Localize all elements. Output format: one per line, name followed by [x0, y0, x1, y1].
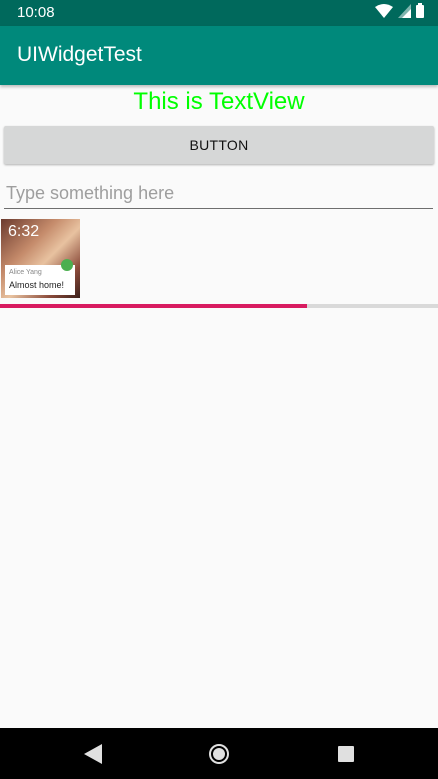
battery-icon	[416, 3, 424, 23]
app-bar: UIWidgetTest	[0, 26, 438, 85]
progress-bar	[0, 304, 438, 308]
back-icon[interactable]	[84, 744, 102, 769]
main-button[interactable]: BUTTON	[4, 126, 434, 164]
text-view: This is TextView	[133, 88, 305, 115]
status-time: 10:08	[17, 4, 55, 21]
notification-message: Almost home!	[9, 280, 65, 290]
progress-fill	[0, 304, 307, 308]
text-input[interactable]	[4, 179, 433, 209]
recents-icon[interactable]	[338, 746, 354, 767]
image-time: 6:32	[8, 223, 40, 240]
notification-sender: Alice Yang	[9, 269, 42, 276]
status-bar: 10:08	[0, 0, 438, 26]
status-icons	[375, 3, 424, 23]
home-icon[interactable]	[209, 744, 229, 769]
wifi-icon	[375, 3, 393, 23]
hangouts-icon	[61, 259, 73, 271]
signal-icon	[398, 3, 411, 23]
image-view: 6:32 Alice Yang Almost home!	[1, 219, 80, 298]
nav-bar	[0, 728, 438, 779]
app-title: UIWidgetTest	[17, 43, 142, 66]
